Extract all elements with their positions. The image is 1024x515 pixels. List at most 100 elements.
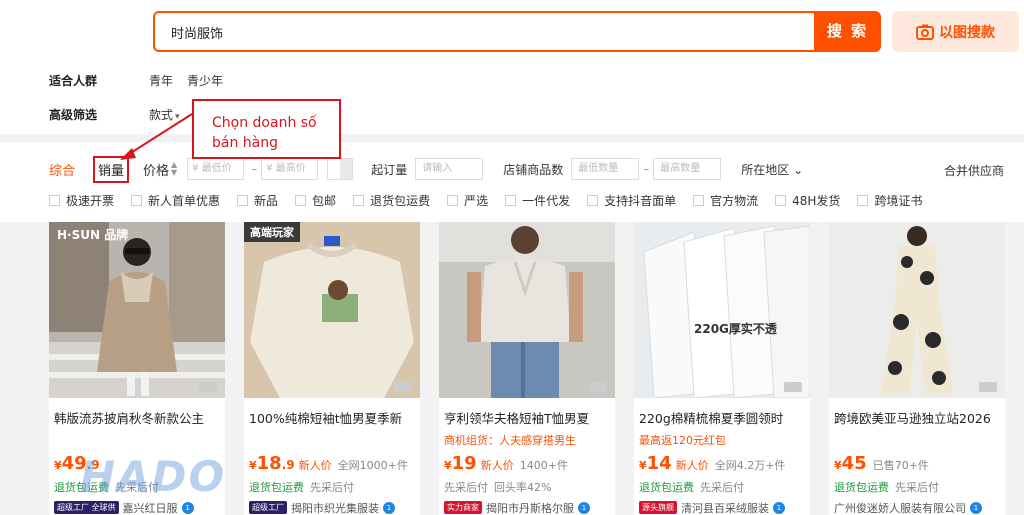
product-card[interactable]: 跨境欧美亚马逊独立站2026 ¥45 已售70+件 退货包运费 先采后付 广州俊迷…: [829, 222, 1005, 515]
check-selected[interactable]: 严选: [447, 192, 488, 209]
check-label: 退货包运费: [370, 194, 431, 208]
annotation-arrow: [120, 113, 193, 160]
product-image[interactable]: [439, 222, 615, 398]
checkbox[interactable]: [237, 195, 249, 206]
checkbox[interactable]: [505, 195, 517, 206]
check-label: 极速开票: [66, 194, 115, 208]
check-crossborder[interactable]: 跨境证书: [857, 192, 922, 209]
product-card[interactable]: 亨利领华夫格短袖T恤男夏 商机组货：人夫感穿搭男生 ¥19 新人价 1400+件…: [439, 222, 615, 515]
product-title[interactable]: 亨利领华夫格短袖T恤男夏: [444, 408, 615, 427]
checkbox[interactable]: [49, 195, 60, 206]
product-card[interactable]: 220G厚实不透 220g棉精梳棉夏季圆领时 最高返120元红包 ¥14 新人价…: [634, 222, 810, 515]
check-new[interactable]: 新品: [237, 192, 278, 209]
search-query: 时尚服饰: [171, 27, 224, 42]
checkbox[interactable]: [587, 195, 599, 206]
check-return-ship[interactable]: 退货包运费: [353, 192, 430, 209]
product-photo: [439, 222, 615, 398]
shop-name[interactable]: 嘉兴红日服: [123, 500, 178, 515]
sold-count: 全网4.2万+件: [714, 459, 786, 472]
checkbox[interactable]: [353, 195, 365, 206]
image-search-button[interactable]: 以图搜款: [892, 11, 1019, 52]
camera-icon: [916, 24, 934, 40]
chevron-down-icon: ⌄: [793, 162, 804, 177]
check-label: 新人首单优惠: [148, 194, 221, 208]
product-subtitle: 商机组货：人夫感穿搭男生: [444, 434, 576, 447]
currency-symbol: ¥: [639, 459, 647, 472]
checkbox[interactable]: [131, 195, 143, 206]
info-icon[interactable]: 1: [181, 501, 194, 514]
moq-label: 起订量: [371, 162, 408, 177]
product-image[interactable]: [829, 222, 1005, 398]
return-tag: 退货包运费: [639, 481, 694, 494]
product-price: ¥45: [834, 453, 867, 474]
shop-line: 实力商家 揭阳市丹斯格尔服 1: [444, 500, 590, 515]
shop-name[interactable]: 揭阳市丹斯格尔服: [486, 500, 574, 515]
shop-name[interactable]: 广州俊迷娇人服装有限公司: [834, 500, 966, 515]
product-photo: [244, 222, 420, 398]
currency-symbol: ¥: [54, 459, 62, 472]
product-image[interactable]: H·SUN 品牌: [49, 222, 225, 398]
price-max-input[interactable]: ¥ 最高价: [261, 158, 319, 180]
min-qty-input[interactable]: 最低数量: [571, 158, 640, 180]
tag-line: 退货包运费 先采后付: [249, 479, 354, 495]
annotation-callout: Chọn doanh số bán hàng: [192, 99, 341, 159]
checkbox[interactable]: [693, 195, 705, 206]
search-input[interactable]: 时尚服饰: [153, 11, 816, 52]
product-title[interactable]: 220g棉精梳棉夏季圆领时: [639, 408, 810, 427]
shop-name[interactable]: 清河县百采绒服装: [681, 500, 769, 515]
shop-badge: 实力商家: [444, 501, 482, 514]
region-dropdown[interactable]: 所在地区 ⌄: [741, 161, 803, 178]
shop-line: 源头旗舰 清河县百采绒服装 1: [639, 500, 785, 515]
checkbox[interactable]: [857, 195, 869, 206]
product-title[interactable]: 100%纯棉短袖t恤男夏季新: [249, 408, 420, 427]
check-48h[interactable]: 48H发货: [775, 192, 840, 209]
price-int: 14: [646, 453, 672, 474]
check-dropship[interactable]: 一件代发: [505, 192, 570, 209]
repurchase-tag: 回头率42%: [494, 481, 552, 494]
checkbox[interactable]: [447, 195, 459, 206]
price-int: 19: [451, 453, 477, 474]
shop-badge: 超级工厂: [249, 501, 287, 514]
product-image[interactable]: 高端玩家: [244, 222, 420, 398]
shop-name[interactable]: 揭阳市织光集服装: [291, 500, 379, 515]
sold-count: 已售70+件: [872, 459, 929, 472]
product-card[interactable]: 高端玩家 100%纯棉短袖t恤男夏季新 ¥18.9 新人价 全网1000+件 退…: [244, 222, 420, 515]
sold-count: 全网1000+件: [337, 459, 408, 472]
price-int: 45: [841, 453, 867, 474]
product-title[interactable]: 跨境欧美亚马逊独立站2026: [834, 408, 1005, 427]
check-label: 跨境证书: [874, 194, 923, 208]
product-image[interactable]: 220G厚实不透: [634, 222, 810, 398]
new-user-badge: 新人价: [298, 459, 332, 472]
top-bar: 时尚服饰 搜 索 以图搜款: [0, 0, 1024, 62]
checkbox[interactable]: [775, 195, 787, 206]
merge-supplier[interactable]: 合并供应商: [944, 162, 1004, 179]
info-icon[interactable]: 1: [773, 501, 785, 514]
shop-line: 广州俊迷娇人服装有限公司 1: [834, 500, 982, 515]
filter-option[interactable]: 青少年: [187, 72, 223, 89]
check-official-logistics[interactable]: 官方物流: [693, 192, 758, 209]
max-qty-input[interactable]: 最高数量: [653, 158, 722, 180]
price-dec: .9: [281, 458, 295, 472]
layout-toggle[interactable]: [327, 158, 354, 180]
currency-symbol: ¥: [444, 459, 452, 472]
pay-later-tag: 先采后付: [310, 481, 354, 494]
checkbox[interactable]: [295, 195, 307, 206]
pay-later-tag: 先采后付: [895, 481, 939, 494]
check-label: 一件代发: [522, 194, 571, 208]
price-line: ¥19 新人价 1400+件: [444, 453, 568, 474]
search-button[interactable]: 搜 索: [814, 11, 881, 52]
check-label: 官方物流: [710, 194, 759, 208]
check-douyin[interactable]: 支持抖音面单: [587, 192, 676, 209]
info-icon[interactable]: 1: [970, 501, 982, 514]
check-fast-invoice[interactable]: 极速开票: [49, 192, 114, 209]
sort-comprehensive[interactable]: 综合: [49, 160, 75, 179]
info-icon[interactable]: 1: [578, 501, 590, 514]
info-icon[interactable]: 1: [383, 501, 395, 514]
filter-option[interactable]: 青年: [149, 72, 173, 89]
check-free-ship[interactable]: 包邮: [295, 192, 336, 209]
product-title[interactable]: 韩版流苏披肩秋冬新款公主: [54, 408, 225, 427]
moq-input[interactable]: 请输入: [415, 158, 484, 180]
check-new-user[interactable]: 新人首单优惠: [131, 192, 220, 209]
shop-badge: 超级工厂 全球供: [54, 501, 119, 514]
check-label: 支持抖音面单: [604, 194, 677, 208]
